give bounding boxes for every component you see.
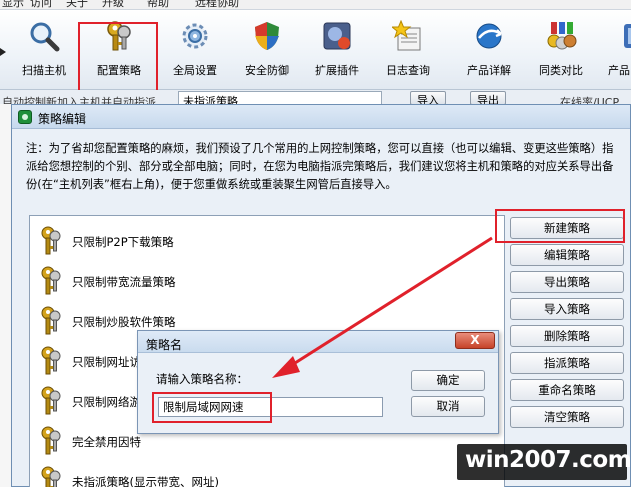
- export-policy-button[interactable]: 导出策略: [510, 271, 624, 293]
- import-button[interactable]: 导入: [410, 91, 446, 104]
- clear-policy-button[interactable]: 清空策略: [510, 406, 624, 428]
- scan-hosts-button[interactable]: 扫描主机: [12, 14, 76, 88]
- security-defense-button[interactable]: 安全防御: [236, 14, 298, 88]
- magnifier-icon: [30, 22, 60, 52]
- shield-icon: [255, 22, 279, 50]
- app-icon: [18, 110, 32, 124]
- menu-item-about[interactable]: 关于: [66, 0, 88, 9]
- policy-item[interactable]: 只限制炒股软件策略: [38, 306, 438, 335]
- globe-arrow-icon: [476, 23, 502, 49]
- plugin-icon: [323, 22, 351, 50]
- policy-item[interactable]: 只限制P2P下载策略: [38, 226, 438, 255]
- product-label: 产品: [608, 64, 630, 77]
- gear-icon: [182, 23, 208, 49]
- highlight-box-configure-policy: [78, 22, 158, 94]
- auto-control-label: 自动控制新加入主机并自动指派: [2, 96, 156, 104]
- extension-plugins-button[interactable]: 扩展插件: [306, 14, 368, 88]
- rename-policy-button[interactable]: 重命名策略: [510, 379, 624, 401]
- import-policy-button[interactable]: 导入策略: [510, 298, 624, 320]
- menu-item-help[interactable]: 帮助: [147, 0, 169, 9]
- policy-label: 未指派策略(显示带宽、网址): [72, 475, 219, 487]
- cancel-button[interactable]: 取消: [411, 396, 485, 417]
- menu-bar: 显示 访问 关于 升级 帮助 远程协助: [0, 0, 631, 10]
- key-icon: [41, 426, 61, 455]
- policy-note: 注：为了省却您配置策略的麻烦，我们预设了几个常用的上网控制策略，您可以直接（也可…: [26, 142, 614, 191]
- policy-name-dialog: 策略名 X 请输入策略名称： 限制局域网网速 确定 取消: [137, 330, 499, 434]
- delete-policy-button[interactable]: 删除策略: [510, 325, 624, 347]
- policy-select[interactable]: 未指派策略: [178, 91, 382, 104]
- dialog-titlebar[interactable]: 策略编辑: [12, 105, 630, 129]
- name-dialog-title: 策略名: [146, 338, 183, 352]
- medals-icon: [547, 22, 577, 50]
- name-dialog-titlebar[interactable]: 策略名 X: [138, 331, 498, 353]
- export-button[interactable]: 导出: [470, 91, 506, 104]
- edit-policy-button[interactable]: 编辑策略: [510, 244, 624, 266]
- menu-item-visit[interactable]: 访问: [30, 0, 52, 9]
- policy-label: 只限制网络游: [72, 395, 141, 409]
- security-defense-label: 安全防御: [245, 64, 289, 77]
- comparison-label: 同类对比: [539, 64, 583, 77]
- key-icon: [41, 266, 61, 295]
- menu-item-remote[interactable]: 远程协助: [195, 0, 239, 9]
- policy-select-value: 未指派策略: [183, 95, 238, 104]
- key-icon: [41, 226, 61, 255]
- menu-item-display[interactable]: 显示: [2, 0, 24, 9]
- site-watermark: win2007.com: [457, 444, 631, 480]
- menu-item-upgrade[interactable]: 升级: [102, 0, 124, 9]
- dialog-title: 策略编辑: [38, 112, 87, 126]
- key-icon: [41, 466, 61, 487]
- log-star-icon: [392, 20, 421, 51]
- online-rate-label: 在线率/UCP: [560, 96, 620, 104]
- product-details-label: 产品详解: [467, 64, 511, 77]
- highlight-box-new-policy: [495, 209, 625, 243]
- key-icon: [41, 386, 61, 415]
- main-toolbar: 扫描主机 配置策略 全局设置 安全防御 扩展插件 日志查询 产品详解 同类对比 …: [0, 10, 631, 94]
- policy-label: 只限制网址访: [72, 355, 141, 369]
- policy-name-prompt: 请输入策略名称：: [156, 372, 248, 386]
- policy-label: 只限制炒股软件策略: [72, 315, 176, 329]
- toolbar-overflow-arrow[interactable]: [0, 14, 6, 88]
- policy-label: 只限制P2P下载策略: [72, 235, 174, 249]
- close-button[interactable]: X: [455, 332, 495, 349]
- filter-row: 自动控制新加入主机并自动指派 未指派策略 导入 导出 在线率/UCP: [0, 90, 631, 104]
- product-details-button[interactable]: 产品详解: [458, 14, 520, 88]
- scan-hosts-label: 扫描主机: [22, 64, 66, 77]
- highlight-box-input: [152, 392, 272, 423]
- global-settings-label: 全局设置: [173, 64, 217, 77]
- policy-label: 完全禁用因特: [72, 435, 141, 449]
- assign-policy-button[interactable]: 指派策略: [510, 352, 624, 374]
- ok-button[interactable]: 确定: [411, 370, 485, 391]
- global-settings-button[interactable]: 全局设置: [164, 14, 226, 88]
- key-icon: [41, 346, 61, 375]
- log-query-button[interactable]: 日志查询: [376, 14, 440, 88]
- policy-label: 只限制带宽流量策略: [72, 275, 176, 289]
- comparison-button[interactable]: 同类对比: [530, 14, 592, 88]
- log-query-label: 日志查询: [386, 64, 430, 77]
- policy-item[interactable]: 只限制带宽流量策略: [38, 266, 438, 295]
- key-icon: [41, 306, 61, 335]
- extension-plugins-label: 扩展插件: [315, 64, 359, 77]
- watermark-text: win2007.com: [465, 447, 631, 473]
- product-icon: [624, 24, 631, 48]
- policy-item[interactable]: 未指派策略(显示带宽、网址): [38, 466, 438, 487]
- product-button[interactable]: 产品: [604, 14, 631, 88]
